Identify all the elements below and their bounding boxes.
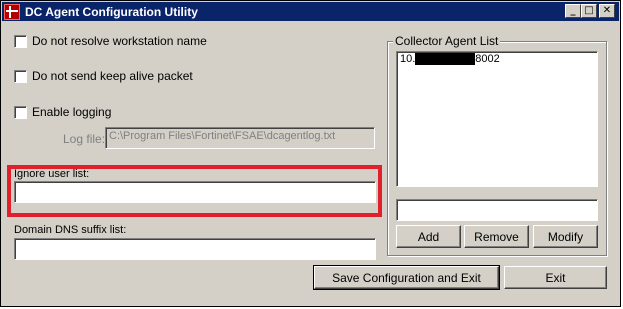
collector-ip-prefix: 10.: [400, 53, 416, 65]
save-and-exit-button[interactable]: Save Configuration and Exit: [313, 265, 500, 290]
collector-agent-input[interactable]: [396, 199, 598, 221]
collector-agent-list[interactable]: 10. 8002: [396, 51, 598, 187]
remove-button[interactable]: Remove: [464, 225, 529, 248]
add-button[interactable]: Add: [396, 225, 461, 248]
list-item[interactable]: 10. 8002: [400, 53, 500, 66]
no-keepalive-label: Do not send keep alive packet: [32, 69, 193, 83]
log-file-label: Log file:: [63, 132, 106, 146]
no-resolve-checkbox[interactable]: [14, 35, 27, 48]
minimize-button[interactable]: _: [565, 4, 581, 18]
enable-logging-label: Enable logging: [32, 105, 112, 119]
exit-button[interactable]: Exit: [504, 266, 607, 289]
close-button[interactable]: ✕: [599, 4, 615, 18]
enable-logging-checkbox[interactable]: [14, 106, 27, 119]
ignore-user-list-label: Ignore user list:: [14, 168, 90, 180]
window-title: DC Agent Configuration Utility: [25, 4, 198, 19]
domain-dns-input[interactable]: [14, 238, 376, 260]
title-bar[interactable]: DC Agent Configuration Utility _ □ ✕: [2, 2, 619, 21]
no-keepalive-checkbox[interactable]: [14, 70, 27, 83]
log-file-field: C:\Program Files\Fortinet\FSAE\dcagentlo…: [105, 127, 375, 149]
collector-agent-title: Collector Agent List: [393, 34, 501, 48]
maximize-button[interactable]: □: [581, 4, 597, 18]
dc-agent-window: DC Agent Configuration Utility _ □ ✕ Do …: [0, 0, 621, 307]
fortinet-logo-icon: [4, 3, 20, 20]
redacted-block: [415, 53, 476, 66]
modify-button[interactable]: Modify: [533, 225, 598, 248]
domain-dns-label: Domain DNS suffix list:: [14, 224, 127, 236]
collector-ip-suffix: 8002: [475, 53, 500, 65]
ignore-user-list-input[interactable]: [14, 181, 376, 203]
no-resolve-label: Do not resolve workstation name: [32, 34, 207, 48]
